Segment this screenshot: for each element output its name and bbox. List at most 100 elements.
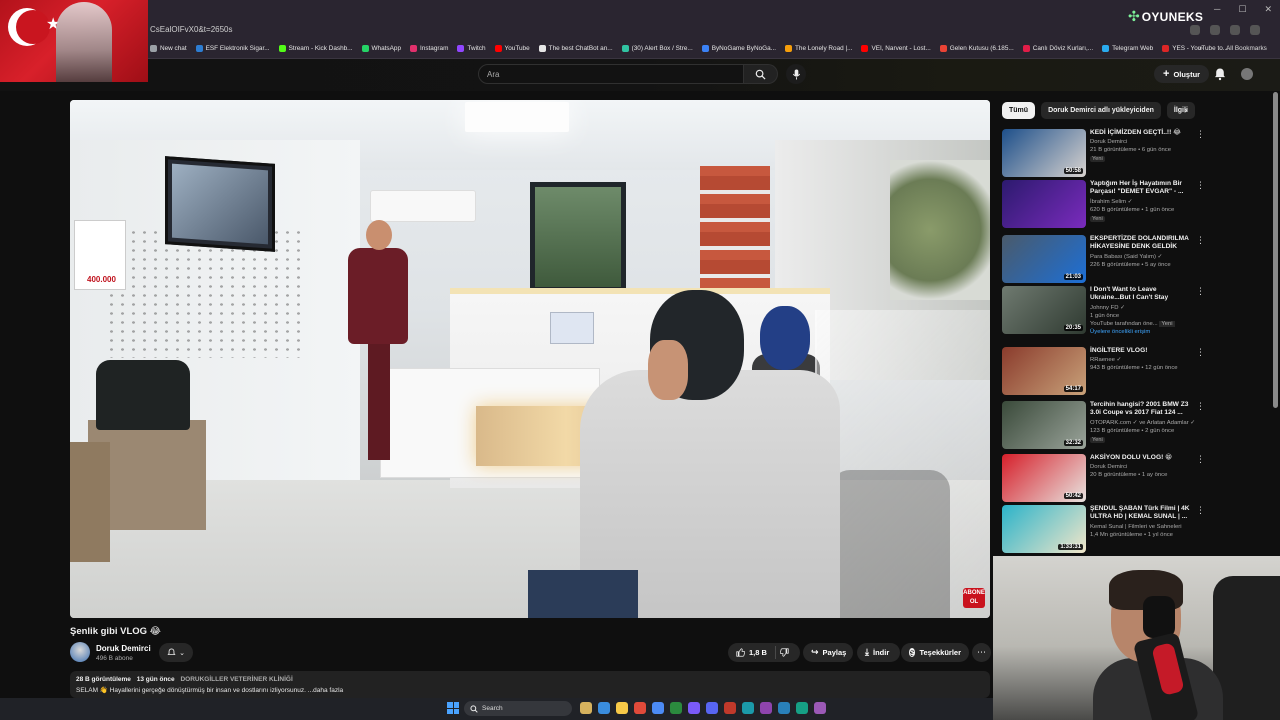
app-icon[interactable] [760, 702, 772, 714]
recommendation-thumbnail[interactable]: 21:03 [1002, 235, 1086, 283]
account-avatar[interactable] [1241, 68, 1253, 80]
recommendation-channel[interactable]: OTOPARK.com ✓ ve Arlatan Adamlar ✓ [1090, 420, 1195, 426]
page-scrollbar[interactable] [1273, 92, 1278, 408]
app-icon[interactable] [814, 702, 826, 714]
bookmark-item[interactable]: YouTube [494, 45, 530, 52]
notes-icon[interactable] [616, 702, 628, 714]
recommendation-item[interactable]: 50:58 KEDİ İÇİMİZDEN GEÇTİ..!! 😂 Doruk Dem… [1002, 129, 1205, 179]
minimize-icon[interactable]: ─ [1214, 4, 1220, 15]
recommendation-channel[interactable]: Para Babası (Said Yalım) ✓ [1090, 254, 1163, 260]
more-vertical-icon[interactable]: ⋮ [1196, 401, 1205, 412]
bookmark-item[interactable]: Stream - Kick Dashb... [278, 45, 353, 52]
app-icon[interactable] [724, 702, 736, 714]
recommendation-title[interactable]: Tercihin hangisi? 2001 BMW Z3 3.0i Coupe… [1090, 401, 1198, 418]
maximize-icon[interactable]: ☐ [1238, 4, 1246, 15]
recommendation-channel[interactable]: Kemal Sunal | Filmleri ve Sahneleri [1090, 524, 1182, 530]
taskbar-search[interactable]: Search [464, 701, 572, 716]
channel-avatar[interactable] [70, 642, 90, 662]
recommendation-title[interactable]: İNGİLTERE VLOG! [1090, 347, 1198, 355]
more-vertical-icon[interactable]: ⋮ [1196, 454, 1205, 465]
recommendation-title[interactable]: Yaptığım Her İş Hayatımın Bir Parçası! "… [1090, 180, 1198, 197]
bookmark-item[interactable]: ESF Elektronik Sigar... [195, 45, 270, 52]
subscription-bell-button[interactable]: ⌄ [159, 643, 193, 662]
bookmark-item[interactable]: VEI, Narvent - Lost... [861, 45, 931, 52]
thumbs-up-icon[interactable] [736, 648, 745, 657]
file-explorer-icon[interactable] [580, 702, 592, 714]
url-text[interactable]: CsEalOIFvX0&t=2650s [150, 25, 232, 34]
search-input[interactable]: Ara [478, 64, 744, 84]
bookmark-item[interactable]: Twitch [457, 45, 486, 52]
create-button[interactable]: + Oluştur [1154, 65, 1210, 83]
description-text[interactable]: SELAM 👋 Hayallerini gerçeğe dönüştürmüş … [76, 686, 343, 694]
folder-icon[interactable] [598, 702, 610, 714]
recommendation-thumbnail[interactable]: 50:58 [1002, 129, 1086, 177]
recommendation-channel[interactable]: Doruk Demirci [1090, 139, 1127, 145]
like-count[interactable]: 1,8 B [749, 648, 767, 657]
windows-start-icon[interactable] [447, 702, 459, 714]
recommendation-item[interactable]: 50:42 AKSİYON DOLU VLOG! 😁 Doruk Demirci 20… [1002, 454, 1205, 504]
recommendation-title[interactable]: KEDİ İÇİMİZDEN GEÇTİ..!! 😂 [1090, 129, 1198, 137]
more-vertical-icon[interactable]: ⋮ [1196, 505, 1205, 516]
subscribe-watermark[interactable]: ABONE OL [963, 588, 985, 608]
channel-name[interactable]: Doruk Demirci [96, 644, 151, 653]
bookmark-item[interactable]: Telegram Web [1102, 45, 1153, 52]
share-button[interactable]: ↪ Paylaş [803, 643, 853, 662]
extension-icon[interactable] [1210, 25, 1220, 35]
more-vertical-icon[interactable]: ⋮ [1196, 129, 1205, 140]
recommendation-channel[interactable]: Doruk Demirci [1090, 464, 1127, 470]
close-icon[interactable]: ✕ [1264, 4, 1272, 15]
recommendation-thumbnail[interactable]: 54:17 [1002, 347, 1086, 395]
app-icon[interactable] [688, 702, 700, 714]
download-button[interactable]: ⤓ İndir [857, 643, 900, 662]
all-bookmarks-link[interactable]: All Bookmarks [1226, 45, 1267, 52]
recommendation-thumbnail[interactable]: 20:35 [1002, 286, 1086, 334]
filter-chip[interactable]: İlgili [1166, 102, 1195, 119]
discord-icon[interactable] [706, 702, 718, 714]
steam-icon[interactable] [670, 702, 682, 714]
bookmark-item[interactable]: Canlı Döviz Kurları,... [1022, 45, 1093, 52]
extension-icon[interactable] [1190, 25, 1200, 35]
recommendation-thumbnail[interactable]: 1:33:31 [1002, 505, 1086, 553]
recommendation-item[interactable]: 54:17 İNGİLTERE VLOG! RRaenee ✓ 943 B görün… [1002, 347, 1205, 397]
opera-icon[interactable] [634, 702, 646, 714]
bookmark-item[interactable]: ByNoGame ByNoGa... [701, 45, 776, 52]
recommendation-item[interactable]: 32:32 Tercihin hangisi? 2001 BMW Z3 3.0i … [1002, 401, 1205, 451]
bookmark-item[interactable]: Instagram [410, 45, 448, 52]
recommendation-title[interactable]: EKSPERTİZDE DOLANDIRILMA HİKAYESİNE DENK… [1090, 235, 1198, 252]
notifications-bell-icon[interactable] [1213, 67, 1227, 81]
more-vertical-icon[interactable]: ⋮ [1196, 286, 1205, 297]
bookmark-item[interactable]: WhatsApp [361, 45, 401, 52]
bookmark-item[interactable]: Gelen Kutusu (6.185... [939, 45, 1014, 52]
chrome-icon[interactable] [652, 702, 664, 714]
app-icon[interactable] [742, 702, 754, 714]
search-button[interactable] [744, 64, 778, 84]
recommendation-title[interactable]: I Don't Want to Leave Ukraine...But I Ca… [1090, 286, 1198, 303]
recommendation-item[interactable]: 21:03 EKSPERTİZDE DOLANDIRILMA HİKAYESİNE… [1002, 235, 1205, 285]
voice-search-button[interactable] [786, 64, 806, 84]
filter-chip[interactable]: Tümü [1002, 102, 1036, 119]
thanks-button[interactable]: $ Teşekkürler [901, 643, 969, 662]
video-player[interactable]: 400.000 ABONE OL [70, 100, 990, 618]
recommendation-thumbnail[interactable] [1002, 180, 1086, 228]
recommendation-item[interactable]: 20:35 I Don't Want to Leave Ukraine...But… [1002, 286, 1205, 336]
recommendation-thumbnail[interactable]: 32:32 [1002, 401, 1086, 449]
bookmark-item[interactable]: The Lonely Road |... [785, 45, 852, 52]
more-actions-button[interactable]: ⋯ [972, 643, 991, 662]
thumbs-down-icon[interactable] [779, 648, 789, 657]
recommendation-title[interactable]: ŞENDUL ŞABAN Türk Filmi | 4K ULTRA HD | … [1090, 505, 1198, 522]
recommendation-channel[interactable]: RRaenee ✓ [1090, 357, 1121, 363]
bookmarks-more-button[interactable]: » [1199, 45, 1203, 52]
recommendation-channel[interactable]: Johnny FD ✓ [1090, 305, 1125, 311]
chevron-right-icon[interactable]: › [1184, 105, 1187, 116]
bookmark-item[interactable]: (30) Alert Box / Stre... [621, 45, 693, 52]
more-vertical-icon[interactable]: ⋮ [1196, 347, 1205, 358]
bookmark-item[interactable]: YES - YouTube to... [1162, 45, 1228, 52]
extension-icon[interactable] [1230, 25, 1240, 35]
recommendation-channel[interactable]: İbrahim Selim ✓ [1090, 199, 1133, 205]
bookmark-item[interactable]: The best ChatBot an... [538, 45, 613, 52]
bookmark-item[interactable]: New chat [150, 45, 187, 52]
extension-icon[interactable] [1250, 25, 1260, 35]
recommendation-title[interactable]: AKSİYON DOLU VLOG! 😁 [1090, 454, 1198, 462]
app-icon[interactable] [796, 702, 808, 714]
more-vertical-icon[interactable]: ⋮ [1196, 235, 1205, 246]
